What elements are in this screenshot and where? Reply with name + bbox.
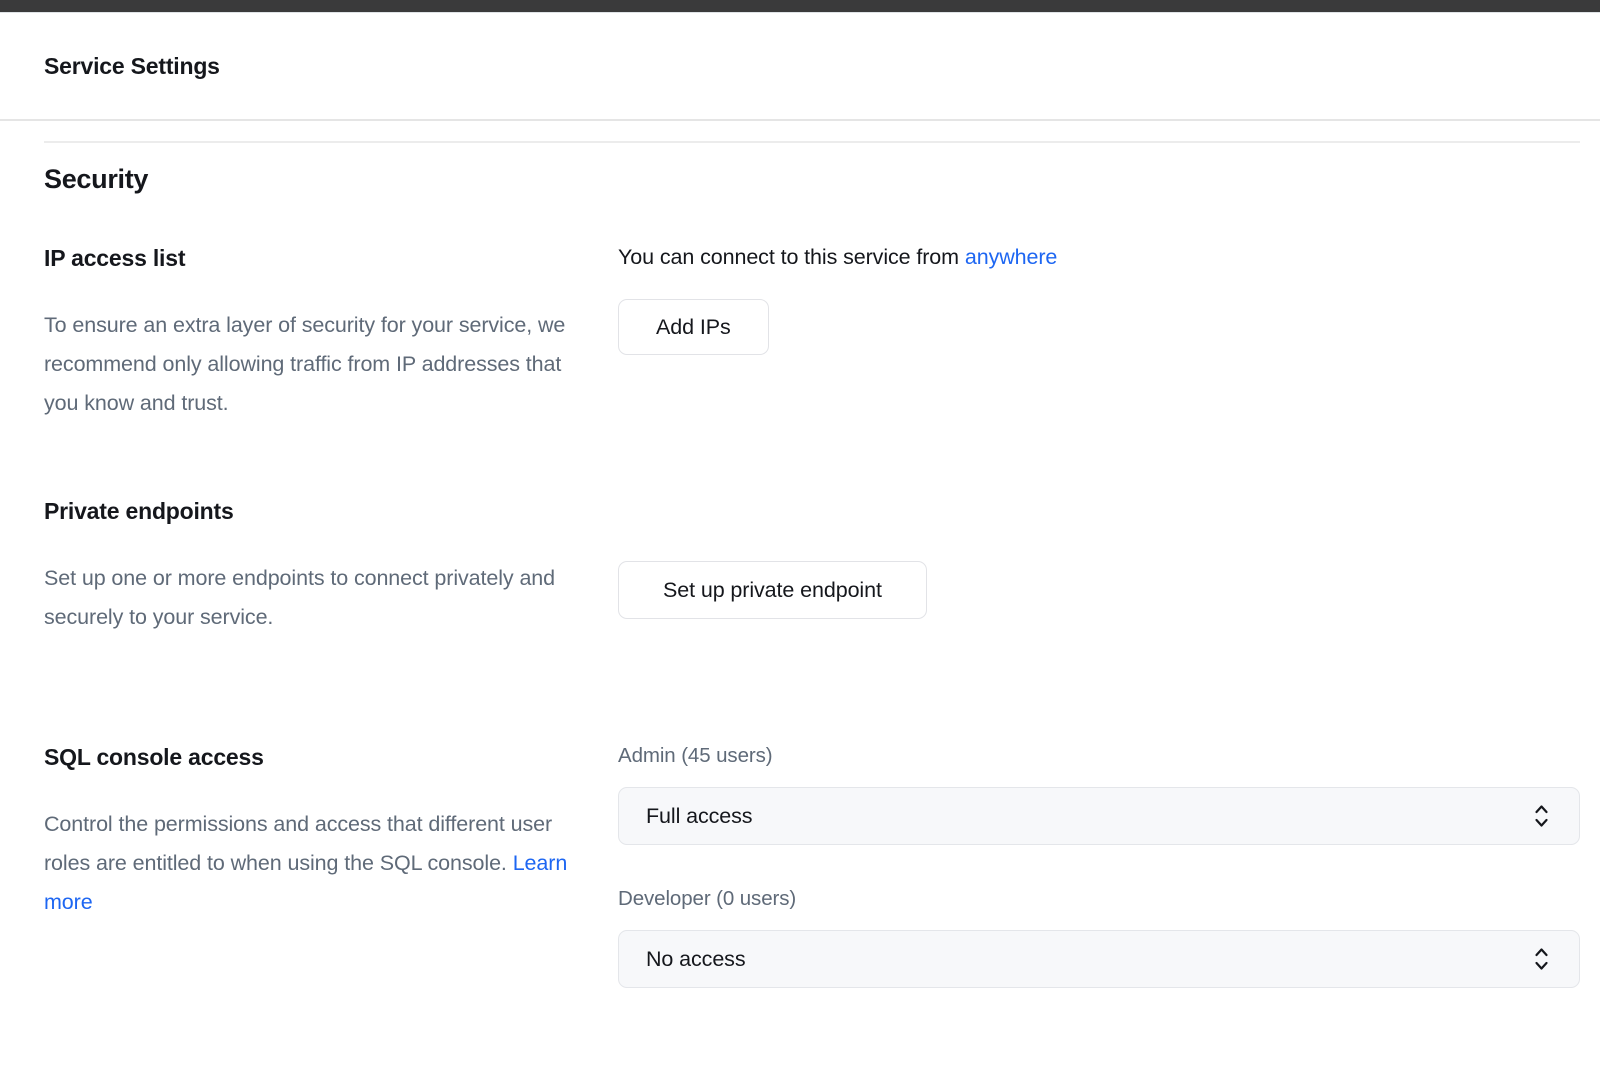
connect-status-prefix: You can connect to this service from [618, 245, 965, 269]
sql-console-description-text: Control the permissions and access that … [44, 812, 552, 875]
setup-private-endpoint-button[interactable]: Set up private endpoint [618, 561, 927, 619]
ip-access-list-info: IP access list To ensure an extra layer … [44, 244, 618, 423]
private-endpoints-description: Set up one or more endpoints to connect … [44, 559, 574, 637]
ip-access-list-row: IP access list To ensure an extra layer … [44, 244, 1580, 423]
ip-access-list-heading: IP access list [44, 244, 574, 272]
page-header: Service Settings [0, 13, 1600, 121]
developer-access-selected-value: No access [646, 947, 745, 972]
sql-console-controls: Admin (45 users) Full access Developer (… [618, 743, 1580, 988]
admin-access-selected-value: Full access [646, 804, 752, 829]
private-endpoints-heading: Private endpoints [44, 497, 574, 525]
developer-access-select[interactable]: No access [618, 930, 1580, 988]
private-endpoints-info: Private endpoints Set up one or more end… [44, 497, 618, 637]
sql-console-description: Control the permissions and access that … [44, 805, 574, 922]
chevron-up-down-icon [1534, 947, 1549, 971]
admin-access-select[interactable]: Full access [618, 787, 1580, 845]
connect-status-text: You can connect to this service from any… [618, 244, 1580, 271]
window-chrome-bar [0, 0, 1600, 13]
security-section-title: Security [44, 163, 1580, 196]
private-endpoints-row: Private endpoints Set up one or more end… [44, 497, 1580, 637]
sql-console-heading: SQL console access [44, 743, 574, 771]
anywhere-link[interactable]: anywhere [965, 245, 1057, 269]
admin-users-label: Admin (45 users) [618, 743, 1580, 768]
chevron-up-down-icon [1534, 804, 1549, 828]
sql-console-access-row: SQL console access Control the permissio… [44, 743, 1580, 988]
settings-content: Security IP access list To ensure an ext… [0, 141, 1600, 988]
ip-access-list-description: To ensure an extra layer of security for… [44, 306, 574, 423]
add-ips-button[interactable]: Add IPs [618, 299, 769, 355]
page-title: Service Settings [44, 53, 220, 80]
content-divider [44, 141, 1580, 143]
developer-users-label: Developer (0 users) [618, 886, 1580, 911]
ip-access-list-controls: You can connect to this service from any… [618, 244, 1580, 355]
private-endpoints-controls: Set up private endpoint [618, 497, 1580, 619]
sql-console-info: SQL console access Control the permissio… [44, 743, 618, 922]
